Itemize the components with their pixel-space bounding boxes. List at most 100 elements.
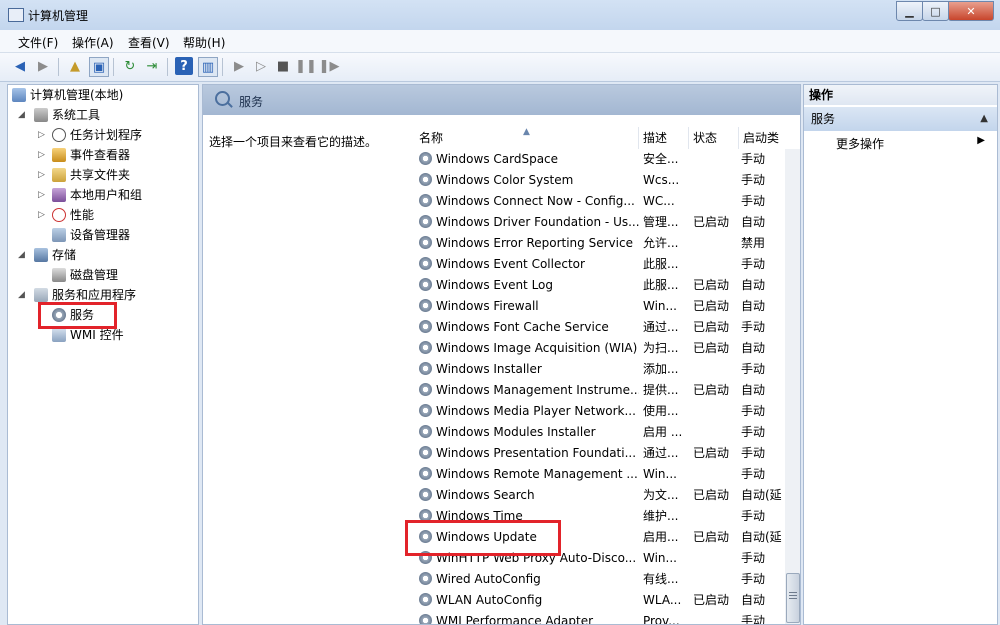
collapse-arrow-icon[interactable]: ▲: [980, 107, 988, 131]
services-header: 服务: [203, 85, 800, 115]
minimize-button[interactable]: ▁: [896, 1, 923, 21]
collapsed-arrow-icon[interactable]: ▷: [38, 146, 45, 164]
services-apps-icon: [34, 288, 48, 302]
close-button[interactable]: ✕: [948, 1, 994, 21]
service-row[interactable]: WLAN AutoConfig WLA... 已启动 自动: [415, 590, 783, 611]
service-startup-type: 手动: [741, 194, 766, 208]
maximize-button[interactable]: □: [922, 1, 949, 21]
forward-arrow-icon[interactable]: ▶: [34, 57, 52, 75]
tree-item-computer-management[interactable]: 计算机管理(本地): [12, 86, 123, 104]
service-name: Wired AutoConfig: [419, 569, 639, 590]
help-icon[interactable]: ?: [175, 57, 193, 75]
service-startup-type: 自动: [741, 278, 766, 292]
up-folder-icon[interactable]: ▲: [66, 57, 84, 75]
search-icon: [215, 91, 230, 106]
show-hide-tree-icon[interactable]: ▣: [89, 57, 109, 77]
service-name: Windows Event Collector: [419, 254, 639, 275]
service-row[interactable]: Windows Connect Now - Config... WC... 手动: [415, 191, 783, 212]
service-name-text: Windows Media Player Network...: [436, 404, 636, 418]
menu-view[interactable]: 查看(V): [128, 34, 170, 51]
service-startup-type: 自动: [741, 383, 766, 397]
service-row[interactable]: Windows Color System Wcs... 手动: [415, 170, 783, 191]
service-row[interactable]: Windows Driver Foundation - Us... 管理... 已启…: [415, 212, 783, 233]
service-description: Wcs...: [643, 173, 680, 187]
service-name-text: Windows Image Acquisition (WIA): [436, 341, 638, 355]
service-name-text: Windows Installer: [436, 362, 542, 376]
restart-service-icon[interactable]: ❚▶: [319, 57, 340, 75]
tree-label: WMI 控件: [70, 328, 124, 342]
service-name-text: Windows CardSpace: [436, 152, 559, 166]
expanded-arrow-icon[interactable]: ◢: [18, 246, 25, 264]
service-row[interactable]: Windows Event Log 此服... 已启动 自动: [415, 275, 783, 296]
pause-service-icon[interactable]: ❚❚: [295, 57, 317, 75]
column-header-description[interactable]: 描述: [639, 127, 689, 149]
collapsed-arrow-icon[interactable]: ▷: [38, 206, 45, 224]
shared-folder-icon: [52, 168, 66, 182]
service-name: Windows Connect Now - Config...: [419, 191, 639, 212]
service-startup-type: 手动: [741, 572, 766, 586]
menu-action[interactable]: 操作(A): [72, 34, 114, 51]
service-description: WLA...: [643, 593, 682, 607]
collapsed-arrow-icon[interactable]: ▷: [38, 186, 45, 204]
back-arrow-icon[interactable]: ◀: [11, 57, 29, 75]
tree-item-local-users-groups[interactable]: ▷ 本地用户和组: [38, 186, 142, 204]
toolbar-separator: [113, 58, 114, 76]
service-row[interactable]: Windows Management Instrume... 提供... 已启动 自动: [415, 380, 783, 401]
tree-item-shared-folders[interactable]: ▷ 共享文件夹: [38, 166, 130, 184]
refresh-icon[interactable]: ↻: [121, 57, 139, 75]
service-row[interactable]: Windows CardSpace 安全... 手动: [415, 149, 783, 170]
tree-item-task-scheduler[interactable]: ▷ 任务计划程序: [38, 126, 142, 144]
users-icon: [52, 188, 66, 202]
service-gear-icon: [419, 194, 432, 207]
tree-item-device-manager[interactable]: 设备管理器: [52, 226, 130, 244]
collapsed-arrow-icon[interactable]: ▷: [38, 166, 45, 184]
service-row[interactable]: Wired AutoConfig 有线... 手动: [415, 569, 783, 590]
tree-item-event-viewer[interactable]: ▷ 事件查看器: [38, 146, 130, 164]
service-startup-type: 自动: [741, 215, 766, 229]
service-row[interactable]: Windows Font Cache Service 通过... 已启动 手动: [415, 317, 783, 338]
clock-icon: [52, 128, 66, 142]
service-row[interactable]: Windows Event Collector 此服... 手动: [415, 254, 783, 275]
service-row[interactable]: Windows Error Reporting Service 允许... 禁用: [415, 233, 783, 254]
show-hide-action-pane-icon[interactable]: ▥: [198, 57, 218, 77]
service-startup-type: 手动: [741, 404, 766, 418]
service-row[interactable]: Windows Remote Management ... Win... 手动: [415, 464, 783, 485]
tree-label: 共享文件夹: [70, 168, 131, 182]
expanded-arrow-icon[interactable]: ◢: [18, 106, 25, 124]
expanded-arrow-icon[interactable]: ◢: [18, 286, 25, 304]
more-actions-item[interactable]: 更多操作: [836, 135, 884, 152]
start-service-alt-icon[interactable]: ▷: [252, 57, 270, 75]
service-name-text: Windows Error Reporting Service: [436, 236, 633, 250]
service-description: 使用...: [643, 404, 679, 418]
service-description: 有线...: [643, 572, 679, 586]
service-row[interactable]: Windows Presentation Foundati... 通过... 已启动…: [415, 443, 783, 464]
export-list-icon[interactable]: ⇥: [143, 57, 161, 75]
column-header-name[interactable]: ▲ 名称: [415, 127, 639, 149]
actions-section-services[interactable]: 服务 ▲: [804, 107, 997, 131]
service-row[interactable]: Windows Image Acquisition (WIA) 为扫... 已启动自…: [415, 338, 783, 359]
service-row[interactable]: Windows Firewall Win... 已启动 自动: [415, 296, 783, 317]
menu-file[interactable]: 文件(F): [18, 34, 58, 51]
service-name: Windows Event Log: [419, 275, 639, 296]
disk-icon: [52, 268, 66, 282]
service-row[interactable]: Windows Search 为文... 已启动 自动(延: [415, 485, 783, 506]
vertical-scrollbar[interactable]: [785, 149, 800, 624]
tree-item-disk-management[interactable]: 磁盘管理: [52, 266, 118, 284]
menu-help[interactable]: 帮助(H): [183, 34, 225, 51]
stop-service-icon[interactable]: ■: [274, 57, 292, 75]
service-row[interactable]: Windows Media Player Network... 使用... 手动: [415, 401, 783, 422]
service-row[interactable]: Windows Modules Installer 启用 ... 手动: [415, 422, 783, 443]
submenu-arrow-icon[interactable]: ▶: [977, 135, 985, 146]
service-name: Windows Driver Foundation - Us...: [419, 212, 639, 233]
column-header-status[interactable]: 状态: [689, 127, 739, 149]
column-header-startup-type[interactable]: 启动类: [739, 127, 785, 149]
tree-item-system-tools[interactable]: ◢ 系统工具: [18, 106, 100, 124]
tree-item-performance[interactable]: ▷ 性能: [38, 206, 94, 224]
tree-item-storage[interactable]: ◢ 存储: [18, 246, 76, 264]
service-description: 提供...: [643, 383, 679, 397]
scrollbar-thumb[interactable]: [786, 573, 800, 623]
start-service-icon[interactable]: ▶: [230, 57, 248, 75]
collapsed-arrow-icon[interactable]: ▷: [38, 126, 45, 144]
service-description: 安全...: [643, 152, 679, 166]
service-row[interactable]: Windows Installer 添加... 手动: [415, 359, 783, 380]
